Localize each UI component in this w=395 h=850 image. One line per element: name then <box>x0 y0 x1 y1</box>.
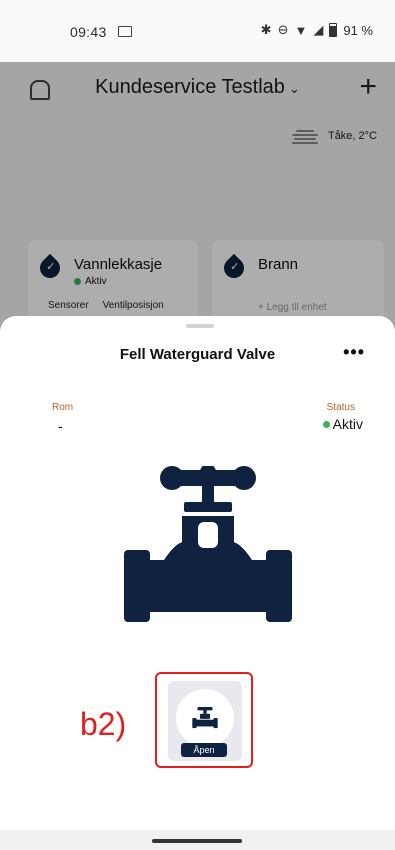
sheet-drag-handle[interactable] <box>186 324 214 328</box>
dnd-icon: ⊖ <box>277 22 289 37</box>
valve-small-icon <box>192 707 218 729</box>
status-bar: 09:43 ✱ ⊖ ▼ ◢ 91 % <box>0 0 395 62</box>
home-gesture-pill[interactable] <box>152 839 242 843</box>
cast-icon <box>118 26 132 37</box>
device-bottom-sheet: Fell Waterguard Valve ••• Rom - Status A… <box>0 316 395 850</box>
valve-state-badge: Åpen <box>181 743 227 757</box>
signal-icon: ◢ <box>313 22 324 37</box>
annotation-label: b2) <box>80 706 127 742</box>
valve-toggle-circle[interactable] <box>176 689 234 747</box>
status-dot-icon <box>322 420 330 428</box>
room-label: Rom <box>52 402 74 413</box>
status-label: Status <box>326 402 355 413</box>
battery-percent: 91 % <box>343 22 373 38</box>
room-value: - <box>58 418 63 434</box>
bluetooth-icon: ✱ <box>260 22 272 37</box>
valve-illustration-icon <box>124 466 292 622</box>
system-nav-bar <box>0 830 395 850</box>
battery-icon <box>329 23 338 37</box>
clock: 09:43 <box>70 24 107 40</box>
status-value: Aktiv <box>322 416 363 432</box>
wifi-icon: ▼ <box>294 22 308 38</box>
more-options-icon[interactable]: ••• <box>343 342 365 363</box>
valve-toggle-tile[interactable]: Åpen <box>168 681 242 761</box>
status-icons: ✱ ⊖ ▼ ◢ 91 % <box>261 22 373 38</box>
status-value-text: Aktiv <box>332 416 363 432</box>
sheet-title: Fell Waterguard Valve <box>119 346 276 363</box>
